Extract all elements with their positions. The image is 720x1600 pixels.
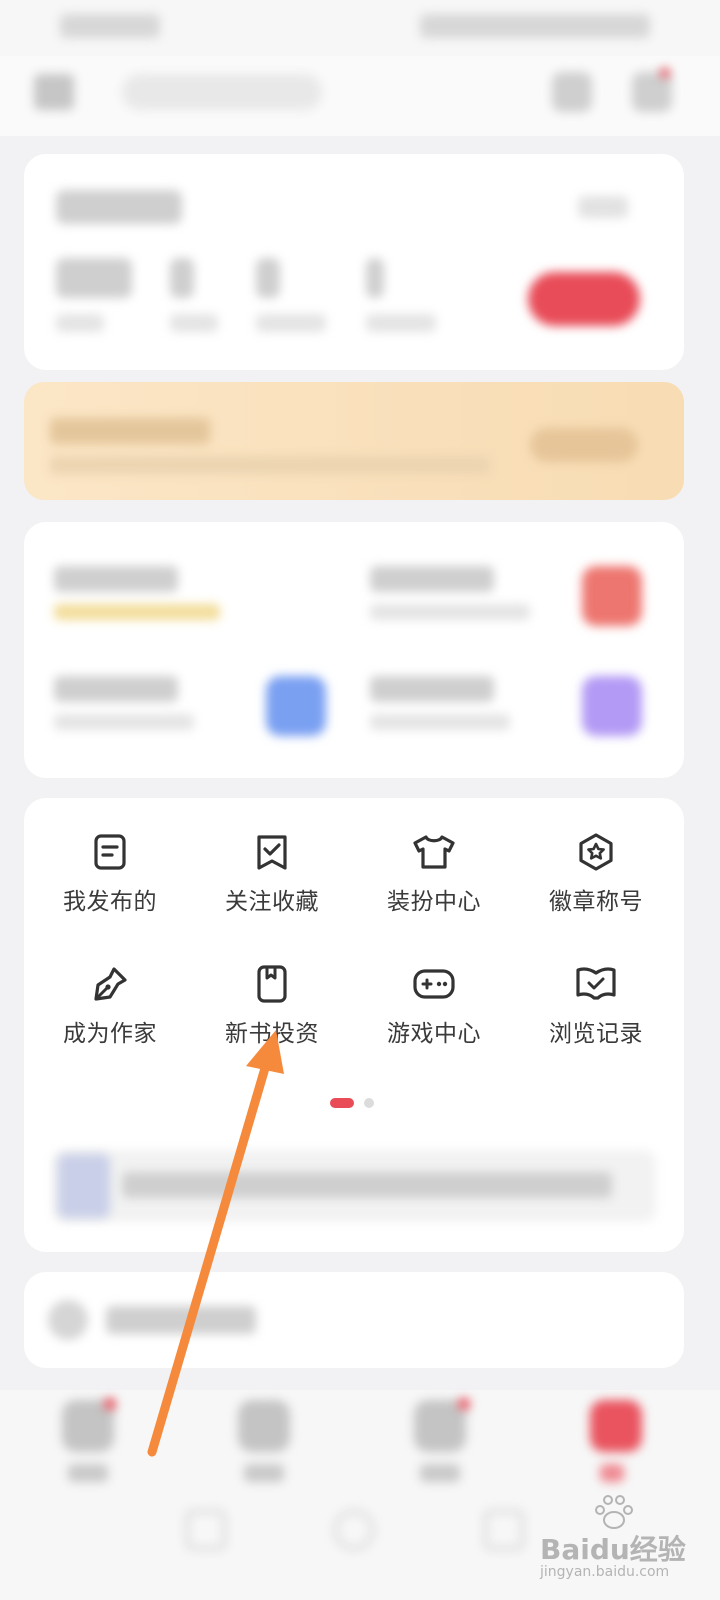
baidu-jingyan-watermark: Baidu经验 jingyan.baidu.com bbox=[540, 1492, 710, 1582]
paw-logo-icon bbox=[595, 1495, 633, 1529]
annotation-arrow bbox=[147, 1030, 284, 1457]
watermark-url: jingyan.baidu.com bbox=[540, 1564, 670, 1580]
watermark-brand: Baidu经验 bbox=[540, 1533, 686, 1566]
